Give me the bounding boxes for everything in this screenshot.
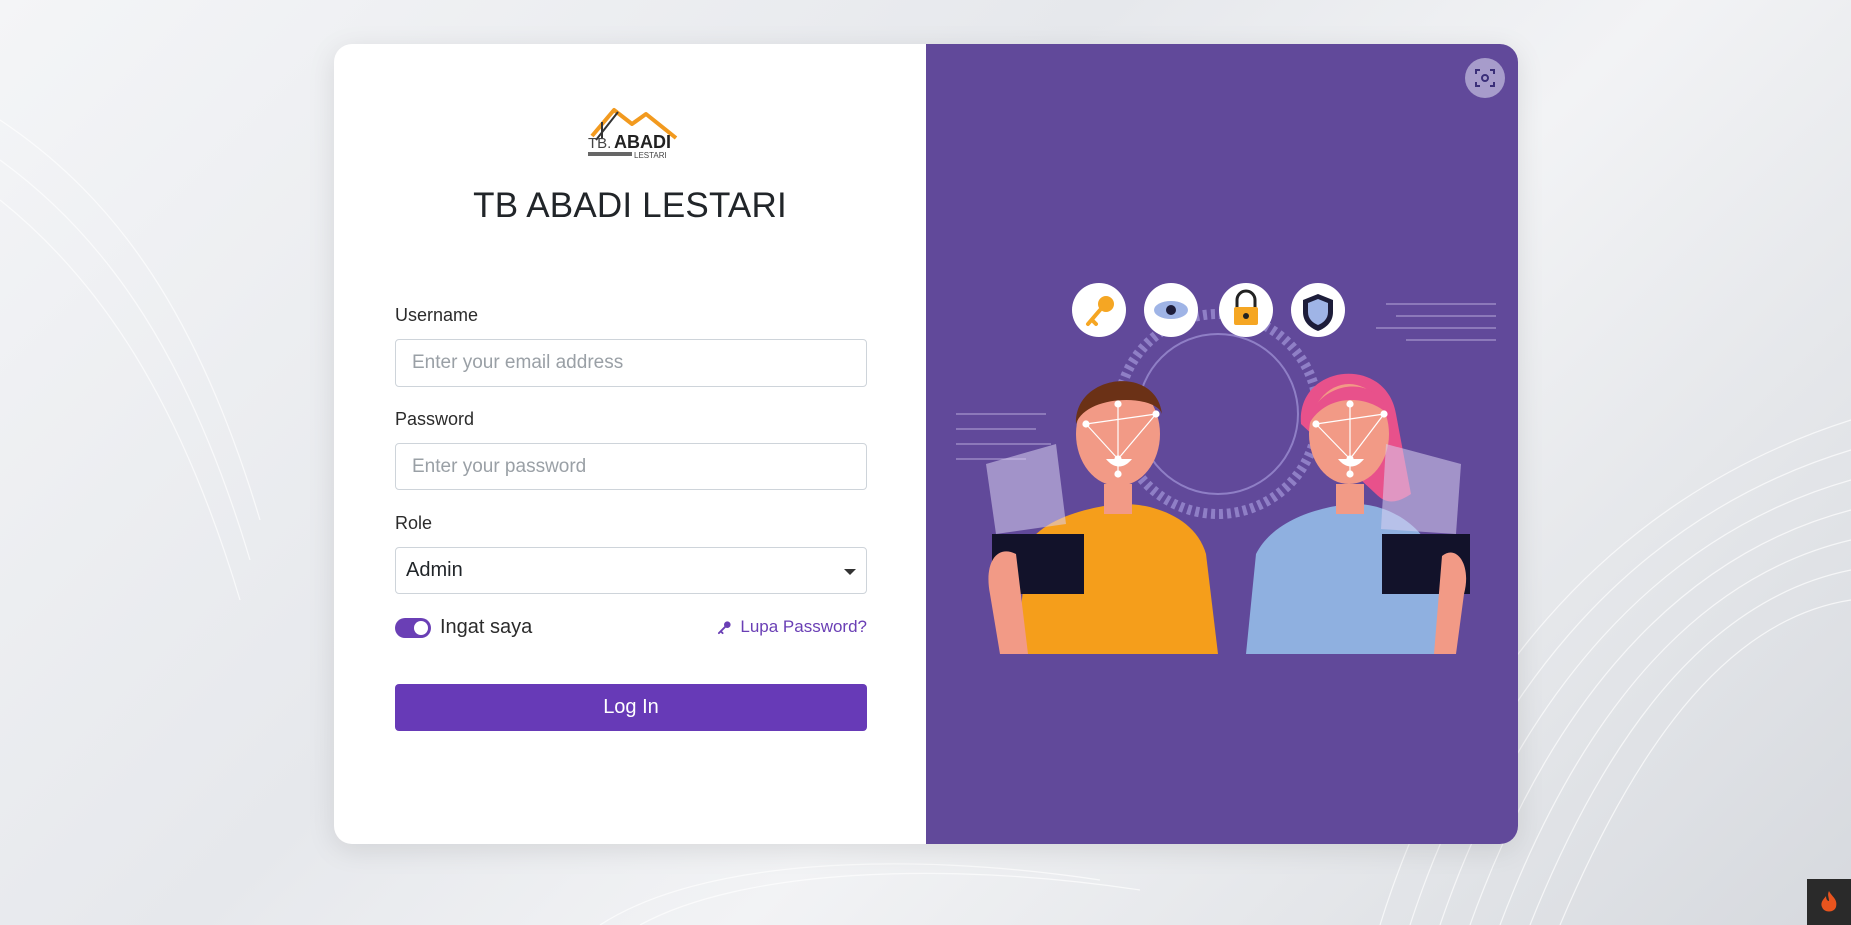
key-icon: [718, 620, 731, 634]
password-label: Password: [395, 409, 475, 429]
shield-icon: [1291, 283, 1345, 337]
role-label: Role: [395, 513, 433, 533]
forgot-password-label: Lupa Password?: [740, 617, 867, 636]
remember-me-row: Ingat saya: [395, 616, 532, 639]
illustration-panel: [926, 44, 1518, 844]
key-icon: [1072, 283, 1126, 337]
forgot-password-link[interactable]: Lupa Password?: [717, 617, 867, 637]
username-input[interactable]: [395, 339, 867, 387]
corner-badge[interactable]: [1807, 879, 1851, 925]
role-selected-value: Admin: [406, 559, 463, 581]
svg-text:TB.: TB.: [588, 135, 611, 152]
toggle-knob: [414, 620, 428, 635]
chevron-down-icon: [844, 569, 856, 575]
login-card: TB. ABADI LESTARI TB ABADI LESTARI Usern…: [334, 44, 1518, 844]
username-label: Username: [395, 305, 479, 325]
woman-figure: [1246, 373, 1470, 654]
lock-icon: [1219, 283, 1273, 337]
company-logo: TB. ABADI LESTARI: [588, 108, 678, 160]
face-scan-icon: [1475, 69, 1495, 87]
page-title: TB ABADI LESTARI: [473, 186, 787, 225]
svg-text:LESTARI: LESTARI: [634, 151, 667, 160]
face-recognition-illustration: [956, 283, 1496, 654]
remember-me-label: Ingat saya: [440, 616, 533, 638]
login-button[interactable]: Log In: [395, 684, 867, 731]
remember-me-toggle[interactable]: [395, 617, 431, 638]
man-figure: [986, 381, 1218, 654]
svg-text:ABADI: ABADI: [614, 132, 671, 152]
password-input[interactable]: [395, 443, 867, 490]
face-scan-button[interactable]: [1465, 58, 1505, 98]
flame-icon: [1821, 891, 1837, 912]
login-panel: TB. ABADI LESTARI TB ABADI LESTARI Usern…: [334, 44, 926, 844]
eye-icon: [1144, 283, 1198, 337]
role-select[interactable]: Admin: [395, 547, 867, 594]
